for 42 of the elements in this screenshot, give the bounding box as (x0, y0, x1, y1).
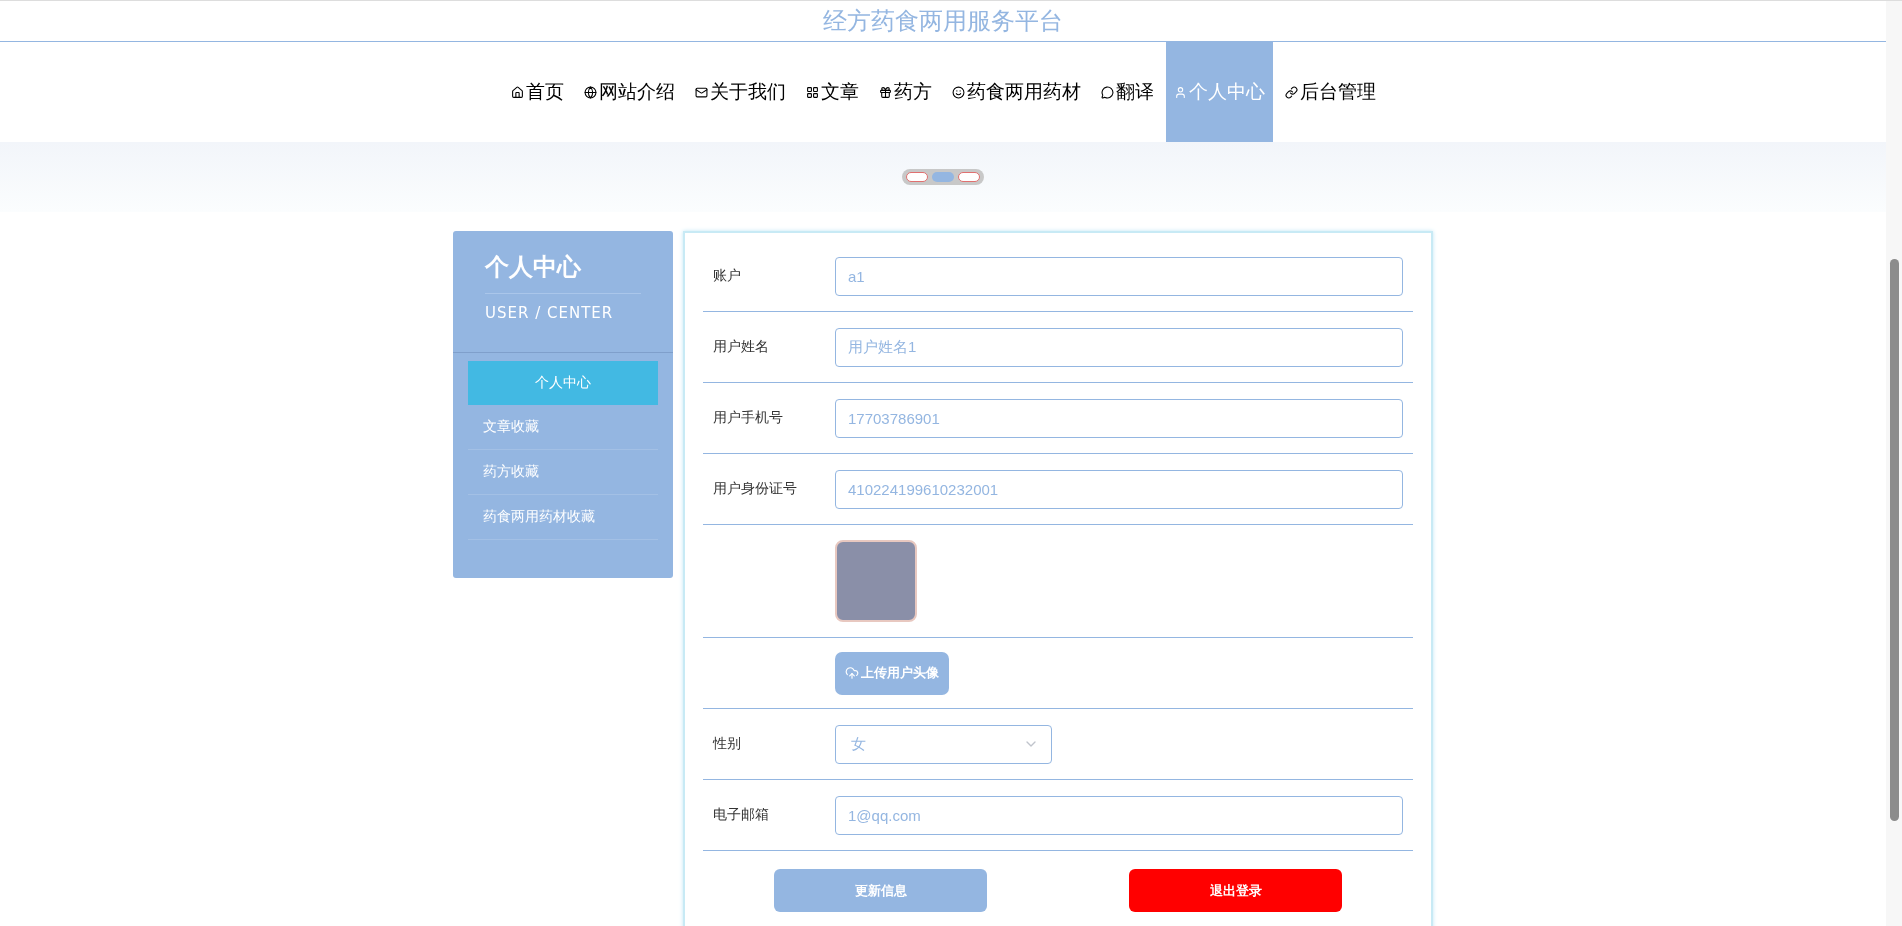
scrollbar[interactable] (1886, 1, 1902, 926)
sidebar-item[interactable]: 药方收藏 (468, 450, 658, 495)
gift-icon (878, 85, 892, 99)
sidebar-item[interactable]: 文章收藏 (468, 405, 658, 450)
input-field[interactable]: 1@qq.com (835, 795, 1403, 835)
smiley-icon (951, 85, 965, 99)
input-field[interactable]: 17703786901 (835, 398, 1403, 438)
field-label: 账户 (713, 267, 742, 285)
logout-button[interactable]: 退出登录 (1129, 869, 1342, 912)
field-label: 用户手机号 (713, 409, 784, 427)
speech-bubble-icon (1100, 85, 1114, 99)
nav-item[interactable]: 网站介绍 (575, 42, 683, 142)
mail-icon (694, 85, 708, 99)
nav-item[interactable]: 药食两用药材 (943, 42, 1089, 142)
nav-item[interactable]: 个人中心 (1165, 42, 1273, 142)
input-field[interactable]: 410224199610232001 (835, 469, 1403, 509)
link-icon (1284, 85, 1298, 99)
upload-button[interactable]: 上传用户头像 (835, 651, 949, 695)
select-field[interactable]: 女 (835, 724, 1052, 764)
globe-icon (583, 85, 597, 99)
sidebar-title: 个人中心 (485, 251, 641, 294)
sidebar-item[interactable]: 个人中心 (468, 361, 658, 405)
home-icon (510, 85, 524, 99)
input-field[interactable]: a1 (835, 256, 1403, 296)
sidebar-item[interactable]: 药食两用药材收藏 (468, 495, 658, 540)
nav-item[interactable]: 后台管理 (1276, 42, 1384, 142)
user-icon (1173, 85, 1187, 99)
field-label: 用户姓名 (713, 338, 770, 356)
cloud-upload-icon (845, 666, 859, 680)
nav-item[interactable]: 首页 (502, 42, 572, 142)
grid-icon (805, 85, 819, 99)
field-label: 用户身份证号 (713, 480, 798, 498)
nav-item[interactable]: 药方 (870, 42, 940, 142)
input-field[interactable]: 用户姓名1 (835, 327, 1403, 367)
sidebar-subtitle: USER / CENTER (485, 303, 615, 322)
nav-item[interactable]: 翻译 (1092, 42, 1162, 142)
site-title: 经方药食两用服务平台 (823, 6, 1063, 37)
nav-item[interactable]: 文章 (797, 42, 867, 142)
nav-item[interactable]: 关于我们 (686, 42, 794, 142)
field-label: 性别 (713, 735, 742, 753)
field-label: 电子邮箱 (713, 806, 770, 824)
update-button[interactable]: 更新信息 (774, 869, 987, 912)
